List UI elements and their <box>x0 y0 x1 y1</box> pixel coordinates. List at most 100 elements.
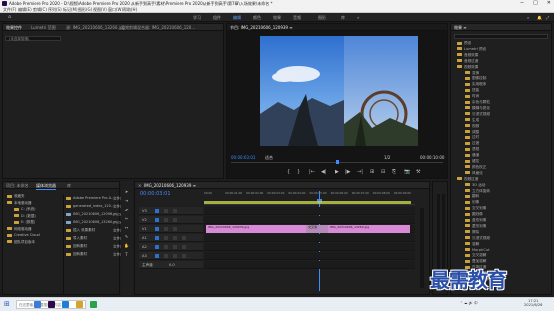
effects-tree-item[interactable]: 通道 <box>465 153 479 158</box>
track-header[interactable]: V2 <box>139 216 203 224</box>
export-frame-button[interactable]: ⎘ <box>392 169 396 175</box>
media-file-row[interactable]: 插入 效果素材 文件夹 <box>66 228 124 233</box>
effects-tree-item[interactable]: 时间 <box>465 94 479 99</box>
lift-button[interactable]: ⊞ <box>370 169 374 175</box>
wechat-taskbar-icon[interactable] <box>90 301 97 308</box>
edge-taskbar-icon[interactable] <box>62 301 69 308</box>
track-header[interactable]: V3 <box>139 207 203 215</box>
program-timecode[interactable]: 00:00:03:01 <box>231 155 255 160</box>
lock-icon[interactable] <box>155 245 159 249</box>
maximize-button[interactable]: □ <box>533 0 538 7</box>
program-monitor-title[interactable]: 节目: IMG_20210606_120939 ≡ <box>230 24 293 31</box>
track-header[interactable]: A2 <box>139 243 203 251</box>
explorer-taskbar-icon[interactable] <box>76 301 83 308</box>
clip-img-13260[interactable]: IMG_20210606_13260.jpg <box>328 225 410 233</box>
effects-tree-item[interactable]: 生成 <box>465 118 479 123</box>
mic-icon[interactable] <box>182 245 186 249</box>
eye-icon[interactable] <box>173 209 177 213</box>
workspace-editing[interactable]: 编辑 <box>233 13 241 22</box>
resolution-dropdown[interactable]: 1/2 <box>384 155 390 160</box>
premiere-taskbar-icon[interactable] <box>48 301 55 308</box>
minimize-button[interactable]: − <box>520 0 524 7</box>
media-browser-location[interactable]: 本地驱动器 <box>7 201 32 206</box>
track-header[interactable]: V1 <box>139 225 203 233</box>
track-lane[interactable] <box>204 243 415 251</box>
lock-icon[interactable] <box>155 236 159 240</box>
media-file-row[interactable]: Adobe Premiere Pro A...文件夹 <box>66 196 124 201</box>
track-lane[interactable] <box>204 216 415 224</box>
effects-tree-item[interactable]: 沉浸式视频 <box>465 112 490 117</box>
track-lane[interactable] <box>204 234 415 242</box>
effects-tree-item[interactable]: 交叉溶解 <box>465 253 486 258</box>
media-file-row[interactable]: IMG_20210606_12096...JPEG <box>66 212 121 217</box>
step-forward-button[interactable]: |▶ <box>345 169 351 175</box>
media-browser-location[interactable]: Creative Cloud <box>7 233 40 238</box>
fullscreen-icon[interactable]: ⤢ <box>546 13 549 22</box>
effects-tree-item[interactable]: 溶解 <box>465 242 479 247</box>
effects-tree-item[interactable]: 交叉划像 <box>465 206 486 211</box>
effects-panel-title[interactable]: 效果 ≡ <box>454 24 467 31</box>
mute-icon[interactable] <box>164 236 168 240</box>
tab-audio-clip-mixer[interactable]: 音频剪辑混合器: IMG_20210606_120... <box>121 24 195 31</box>
media-browser-location[interactable]: 团队项目版本 <box>7 240 35 245</box>
workspace-audio[interactable]: 音频 <box>293 13 301 22</box>
master-volume-value[interactable]: 0.0 <box>169 261 175 269</box>
media-browser-location[interactable]: C: (系统) <box>14 207 35 212</box>
start-icon[interactable]: ⊞ <box>4 300 10 308</box>
mic-icon[interactable] <box>182 254 186 258</box>
effects-tree-item[interactable]: 圆划像 <box>465 212 483 217</box>
effects-search-input[interactable] <box>454 34 548 39</box>
effects-tree-item[interactable]: 音频过渡 <box>457 59 478 64</box>
mute-icon[interactable] <box>164 254 168 258</box>
effects-tree-item[interactable]: 实用程序 <box>465 82 486 87</box>
sync-icon[interactable] <box>164 227 168 231</box>
effects-tree-item[interactable]: 预设 <box>457 41 471 46</box>
workspace-color[interactable]: 颜色 <box>253 13 261 22</box>
type-tool-icon[interactable]: T <box>124 252 129 257</box>
effects-tree-item[interactable]: 沉浸式视频 <box>465 236 490 241</box>
media-file-row[interactable]: generated_index_120...文件夹 <box>66 204 124 209</box>
mark-out-button[interactable]: } <box>297 169 300 175</box>
sync-icon[interactable] <box>164 209 168 213</box>
workspace-learn[interactable]: 学习 <box>193 13 201 22</box>
lock-icon[interactable] <box>155 218 159 222</box>
track-lane[interactable] <box>204 261 415 269</box>
pen-tool-icon[interactable]: ✎ <box>124 234 129 239</box>
taskbar-clock[interactable]: 17:21 2021/6/26 <box>524 299 542 307</box>
timeline-sequence-tab[interactable]: IMG_20210606_120939 ≡ <box>144 182 196 189</box>
effects-tree-item[interactable]: 颜色校正 <box>465 165 486 170</box>
workspace-libraries[interactable]: 库 <box>341 13 345 22</box>
mark-in-button[interactable]: { <box>287 169 290 175</box>
search-icon[interactable]: ⌕ <box>527 13 529 22</box>
media-file-row[interactable]: 回转素材 文件夹 <box>66 244 124 249</box>
effects-tree-item[interactable]: 变换 <box>465 71 479 76</box>
effects-tree-item[interactable]: 过渡 <box>465 141 479 146</box>
go-to-in-button[interactable]: |← <box>309 169 315 175</box>
selection-tool-icon[interactable]: ➤ <box>124 189 129 194</box>
solo-icon[interactable] <box>173 245 177 249</box>
track-header[interactable]: A3 <box>139 252 203 260</box>
eye-icon[interactable] <box>173 218 177 222</box>
tab-lumetri-scopes[interactable]: Lumetri 范围 <box>31 24 56 31</box>
track-lane[interactable] <box>204 207 415 215</box>
camera-icon[interactable]: 📷 <box>404 169 410 175</box>
slip-tool-icon[interactable]: ↔ <box>124 225 129 230</box>
track-select-tool-icon[interactable]: ⇥ <box>124 198 129 203</box>
track-header[interactable]: 主声道 0.0 <box>139 261 203 269</box>
tab-libraries[interactable]: 库 <box>67 182 71 189</box>
scrub-playhead[interactable] <box>336 160 339 164</box>
media-browser-location[interactable]: 收藏夹 <box>7 194 25 199</box>
media-browser-location[interactable]: D: (数据) <box>14 214 36 219</box>
effects-tree-item[interactable]: 3D 运动 <box>465 183 485 188</box>
effects-tree-item[interactable]: 调整 <box>465 130 479 135</box>
workspace-graphics[interactable]: 图形 <box>318 13 326 22</box>
effects-tree-item[interactable]: 盒形划像 <box>465 218 486 223</box>
effects-tree-item[interactable]: 模糊与锐化 <box>465 106 490 111</box>
media-browser-location[interactable]: 网络驱动器 <box>7 227 32 232</box>
tab-source[interactable]: 源: IMG_20210606_13260.jpg <box>66 24 125 31</box>
effects-tree-item[interactable]: 菱形划像 <box>465 224 486 229</box>
tab-project[interactable]: 项目: 未命名 <box>6 182 29 189</box>
mic-icon[interactable] <box>182 236 186 240</box>
home-icon[interactable]: ⌂ <box>8 13 11 22</box>
go-to-out-button[interactable]: →| <box>357 169 363 175</box>
